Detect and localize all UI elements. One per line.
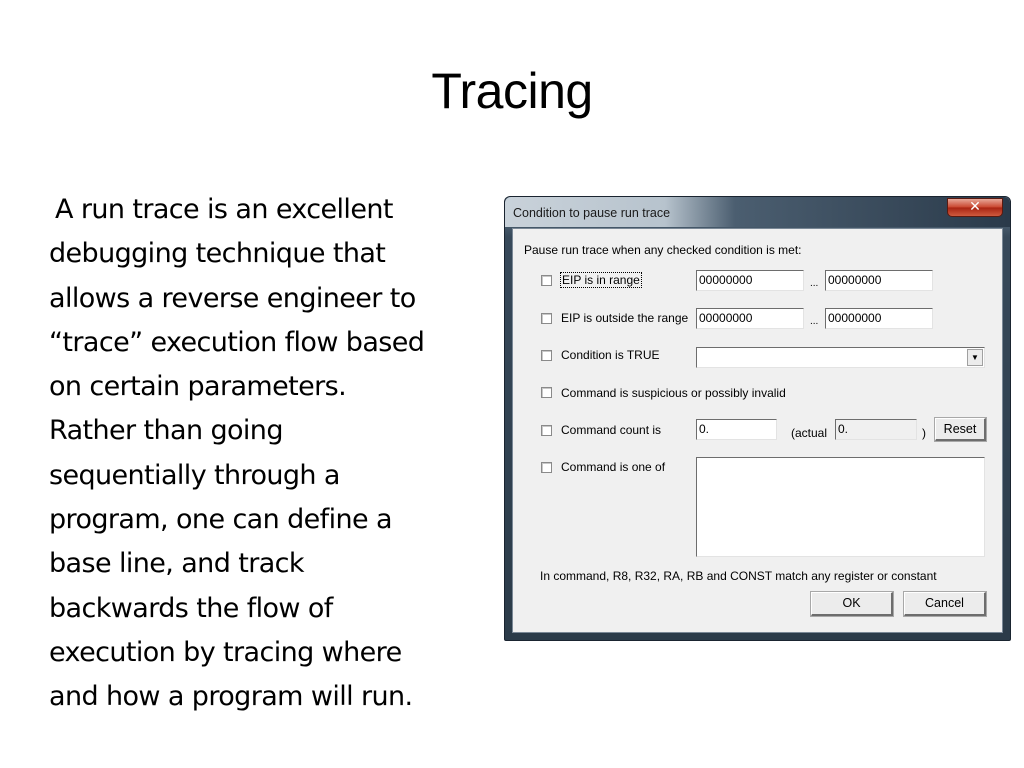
- body-line: “trace” execution flow based: [49, 326, 425, 358]
- suspicious-command-checkbox[interactable]: [541, 387, 552, 398]
- body-line: allows a reverse engineer to: [49, 282, 416, 314]
- body-line: debugging technique that: [49, 238, 386, 270]
- cancel-button[interactable]: Cancel: [903, 591, 987, 617]
- body-line: execution by tracing where: [49, 636, 402, 668]
- body-line: program, one can define a: [49, 504, 393, 536]
- body-line: A run trace is an excellent: [55, 194, 393, 225]
- condition-combobox[interactable]: ▼: [696, 347, 985, 368]
- instruction-label: Pause run trace when any checked conditi…: [524, 243, 802, 257]
- register-note: In command, R8, R32, RA, RB and CONST ma…: [540, 569, 937, 583]
- dropdown-button[interactable]: ▼: [967, 349, 983, 366]
- eip-outside-range-checkbox[interactable]: [541, 313, 552, 324]
- eip-outside-range-from-input[interactable]: 00000000: [696, 308, 804, 329]
- eip-in-range-checkbox[interactable]: [541, 275, 552, 286]
- body-line: base line, and track: [49, 548, 305, 580]
- chevron-down-icon: ▼: [971, 353, 979, 362]
- reset-button[interactable]: Reset: [934, 417, 987, 442]
- body-line: and how a program will run.: [49, 681, 413, 713]
- command-one-of-label: Command is one of: [561, 460, 666, 474]
- command-one-of-checkbox[interactable]: [541, 462, 552, 473]
- command-count-checkbox[interactable]: [541, 425, 552, 436]
- eip-in-range-from-input[interactable]: 00000000: [696, 270, 804, 291]
- close-paren: ): [922, 426, 926, 440]
- eip-outside-range-label: EIP is outside the range: [561, 311, 689, 325]
- command-list-textarea[interactable]: [696, 457, 985, 557]
- dialog-title: Condition to pause run trace: [513, 206, 671, 220]
- slide-title: Tracing: [431, 63, 593, 119]
- body-line: sequentially through a: [49, 459, 340, 491]
- condition-dialog: Condition to pause run trace ✕ Pause run…: [504, 196, 1011, 641]
- close-button[interactable]: ✕: [947, 198, 1003, 217]
- command-count-input[interactable]: 0.: [696, 419, 777, 440]
- range-separator: ...: [810, 278, 819, 289]
- body-line: Rather than going: [49, 415, 283, 447]
- dialog-client-area: Pause run trace when any checked conditi…: [512, 228, 1003, 633]
- condition-true-checkbox[interactable]: [541, 350, 552, 361]
- range-separator: ...: [810, 316, 819, 327]
- body-line: on certain parameters.: [49, 371, 347, 403]
- suspicious-command-label: Command is suspicious or possibly invali…: [561, 386, 786, 400]
- eip-in-range-label: EIP is in range: [560, 272, 642, 288]
- eip-outside-range-to-input[interactable]: 00000000: [825, 308, 933, 329]
- slide-body-text: A run trace is an excellent debugging te…: [49, 188, 494, 720]
- actual-label: (actual: [791, 426, 828, 440]
- close-icon: ✕: [969, 199, 981, 215]
- ok-button[interactable]: OK: [810, 591, 894, 617]
- actual-count-field: 0.: [835, 419, 917, 440]
- dialog-titlebar[interactable]: Condition to pause run trace ✕: [505, 197, 1010, 227]
- condition-true-label: Condition is TRUE: [561, 348, 660, 362]
- body-line: backwards the flow of: [49, 592, 333, 624]
- eip-in-range-to-input[interactable]: 00000000: [825, 270, 933, 291]
- command-count-label: Command count is: [561, 423, 662, 437]
